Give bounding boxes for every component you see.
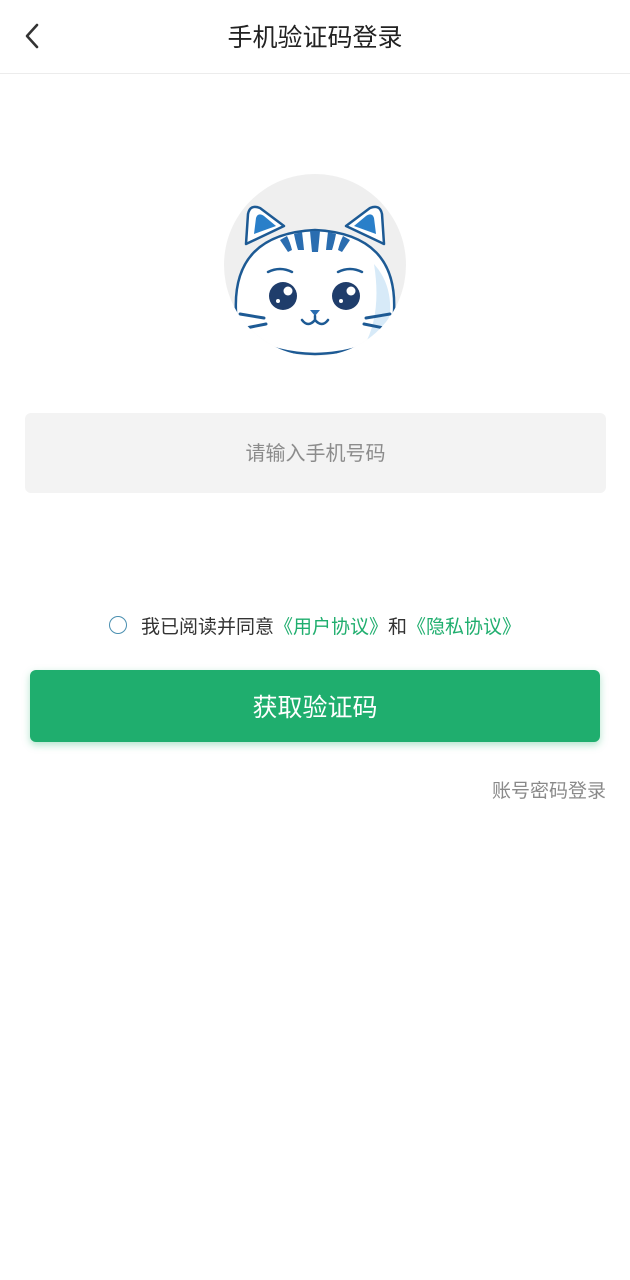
privacy-policy-link[interactable]: 《隐私协议》 (407, 612, 521, 639)
account-password-login-link[interactable]: 账号密码登录 (492, 776, 606, 803)
top-navigation-bar: 手机验证码登录 (0, 0, 630, 74)
agreement-text: 我已阅读并同意 (140, 615, 274, 638)
page-title: 手机验证码登录 (227, 23, 403, 52)
cat-mascot-logo (234, 205, 396, 356)
user-agreement-link[interactable]: 《用户协议》 (274, 612, 388, 639)
agreement-row: 我已阅读并同意 《用户协议》 和 《隐私协议》 (0, 610, 630, 640)
agreement-checkbox[interactable] (108, 616, 127, 634)
agreement-conjunction: 和 (388, 615, 408, 638)
avatar (224, 174, 406, 356)
phone-input[interactable] (25, 413, 606, 493)
phone-field[interactable] (25, 413, 606, 493)
get-verification-code-button[interactable]: 获取验证码 (30, 670, 600, 742)
